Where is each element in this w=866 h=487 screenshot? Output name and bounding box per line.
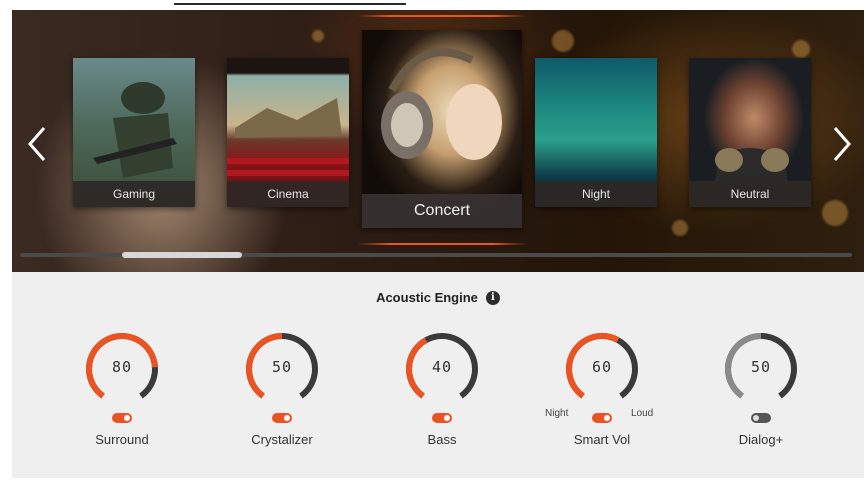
preset-card-neutral[interactable]: Neutral: [689, 58, 811, 207]
acoustic-engine-header: Acoustic Engine i: [12, 290, 864, 305]
preset-label: Night: [535, 181, 657, 207]
bokeh-light: [672, 220, 688, 236]
knob-smart-vol: 60 Night Loud Smart Vol: [542, 328, 662, 458]
knob-name: Dialog+: [738, 432, 784, 447]
surround-toggle[interactable]: [112, 413, 132, 423]
knob-value: 50: [271, 358, 293, 376]
chevron-left-icon: [28, 127, 46, 161]
preset-label: Gaming: [73, 181, 195, 207]
knob-value: 40: [431, 358, 453, 376]
smart-vol-loud-label: Loud: [631, 408, 654, 419]
carousel-next-button[interactable]: [827, 122, 857, 166]
preset-card-concert[interactable]: Concert: [362, 30, 522, 228]
app-frame: Gaming Cinema Concert Night Neutral Acou…: [12, 10, 864, 478]
knob-name: Bass: [427, 432, 457, 447]
preset-label: Neutral: [689, 181, 811, 207]
acoustic-engine-title: Acoustic Engine: [376, 290, 478, 305]
carousel-scrollbar[interactable]: [20, 252, 852, 258]
preset-card-cinema[interactable]: Cinema: [227, 58, 349, 207]
dialog-plus-toggle[interactable]: [751, 413, 771, 423]
preset-label: Cinema: [227, 181, 349, 207]
chevron-right-icon: [833, 127, 851, 161]
bokeh-light: [552, 30, 574, 52]
preset-label-selected: Concert: [362, 194, 522, 228]
info-icon[interactable]: i: [485, 290, 500, 305]
bokeh-light: [312, 30, 324, 42]
knob-dialog-plus: 50 Dialog+: [701, 328, 821, 458]
knob-value: 80: [111, 358, 133, 376]
knob-name: Crystalizer: [251, 432, 313, 447]
preset-card-gaming[interactable]: Gaming: [73, 58, 195, 207]
smart-vol-night-label: Night: [545, 408, 569, 419]
selected-accent-top: [357, 15, 527, 17]
top-divider: [174, 3, 406, 5]
crystalizer-toggle[interactable]: [272, 413, 292, 423]
knob-surround: 80 Surround: [62, 328, 182, 458]
smart-vol-toggle[interactable]: [592, 413, 612, 423]
preset-carousel: Gaming Cinema Concert Night Neutral: [12, 10, 864, 272]
knob-name: Surround: [95, 432, 149, 447]
carousel-prev-button[interactable]: [22, 122, 52, 166]
knob-value: 60: [591, 358, 613, 376]
knob-bass: 40 Bass: [382, 328, 502, 458]
knob-value: 50: [750, 358, 772, 376]
knob-crystalizer: 50 Crystalizer: [222, 328, 342, 458]
preset-card-night[interactable]: Night: [535, 58, 657, 207]
bokeh-light: [792, 40, 810, 58]
bokeh-light: [822, 200, 848, 226]
bass-toggle[interactable]: [432, 413, 452, 423]
knob-name: Smart Vol: [573, 432, 631, 447]
carousel-scroll-thumb[interactable]: [122, 252, 242, 258]
selected-accent-bottom: [357, 243, 527, 245]
